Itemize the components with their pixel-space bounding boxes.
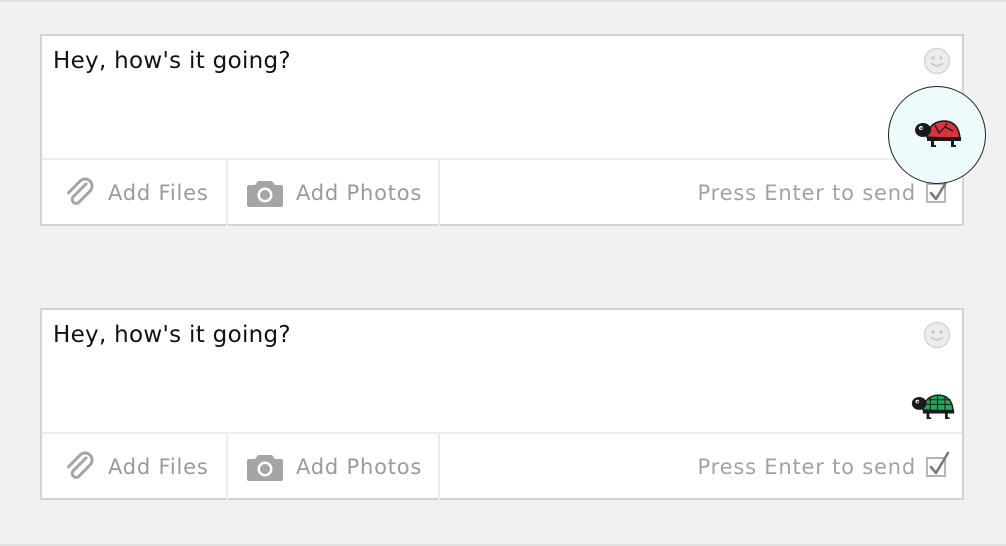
enter-to-send-checkbox[interactable] <box>926 177 950 203</box>
add-photos-button[interactable]: Add Photos <box>228 434 440 500</box>
composer-panel-bottom: Hey, how's it going? Add Files Add Photo… <box>0 268 1006 546</box>
checkmark-icon <box>929 451 950 475</box>
message-input[interactable]: Hey, how's it going? <box>42 36 962 158</box>
paperclip-icon <box>67 177 94 205</box>
turtle-icon <box>915 120 961 147</box>
add-photos-button[interactable]: Add Photos <box>228 160 440 226</box>
add-files-label: Add Files <box>108 455 209 479</box>
enter-to-send-label: Press Enter to send <box>697 181 916 205</box>
camera-icon <box>247 455 283 481</box>
composer-panel-top: Hey, how's it going? Add Files Add Photo… <box>0 0 1006 270</box>
smiley-icon[interactable] <box>923 47 951 75</box>
composer-toolbar: Add Files Add Photos Press Enter to send <box>42 432 962 500</box>
message-composer: Hey, how's it going? Add Files Add Photo… <box>40 34 964 226</box>
magnifier-lens <box>888 86 986 184</box>
add-files-button[interactable]: Add Files <box>42 160 228 226</box>
add-files-label: Add Files <box>108 181 209 205</box>
composer-toolbar: Add Files Add Photos Press Enter to send <box>42 158 962 226</box>
turtle-icon[interactable] <box>910 390 956 426</box>
enter-to-send-label: Press Enter to send <box>697 455 916 479</box>
camera-icon <box>247 181 283 207</box>
message-input[interactable]: Hey, how's it going? <box>42 310 962 432</box>
message-composer: Hey, how's it going? Add Files Add Photo… <box>40 308 964 500</box>
add-photos-label: Add Photos <box>296 455 423 479</box>
add-photos-label: Add Photos <box>296 181 423 205</box>
enter-to-send-checkbox[interactable] <box>926 451 950 477</box>
smiley-icon[interactable] <box>923 321 951 349</box>
enter-to-send-option: Press Enter to send <box>697 434 950 500</box>
paperclip-icon <box>67 451 94 479</box>
add-files-button[interactable]: Add Files <box>42 434 228 500</box>
